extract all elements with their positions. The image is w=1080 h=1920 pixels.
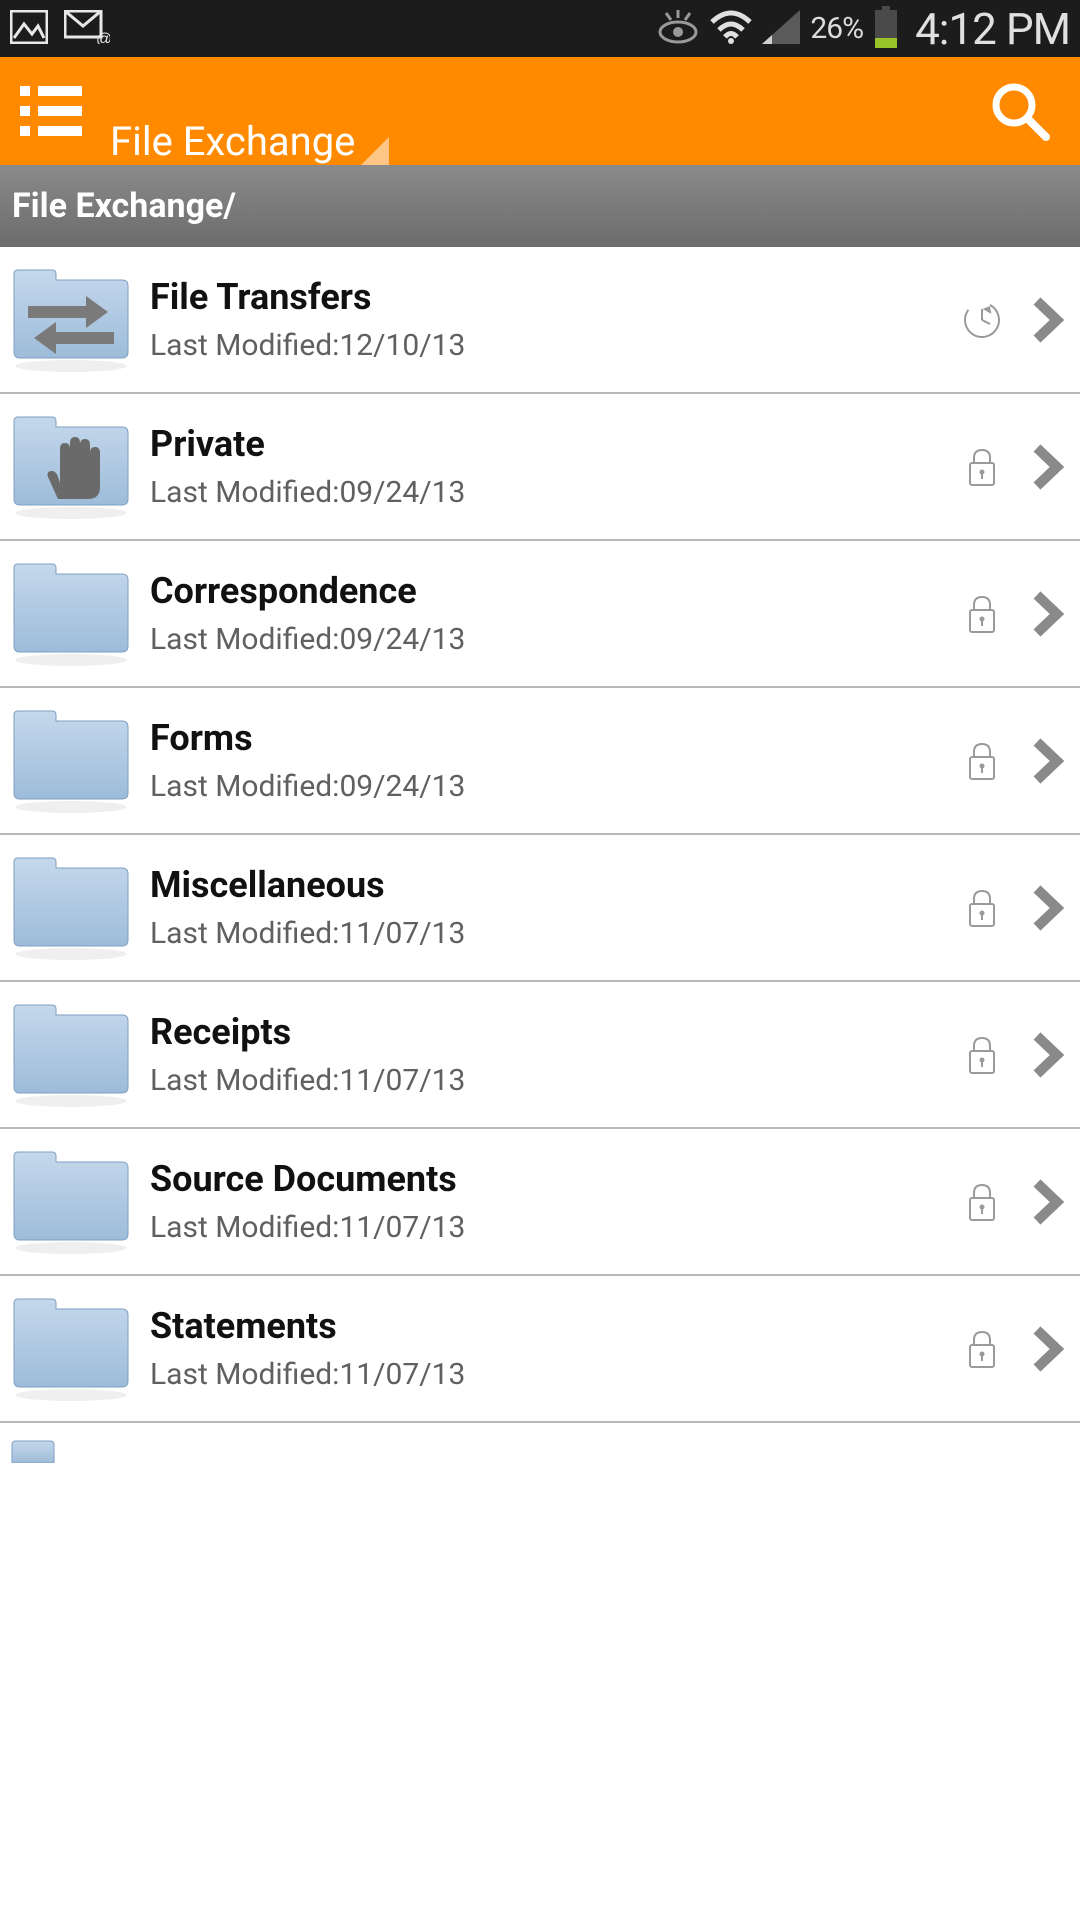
- eye-icon: [656, 10, 700, 48]
- folder-title: Source Documents: [150, 1158, 954, 1200]
- lock-icon: [954, 733, 1010, 789]
- signal-icon: [762, 10, 800, 48]
- folder-icon: [6, 260, 136, 380]
- mail-at-icon: @: [64, 10, 110, 48]
- folder-row[interactable]: Correspondence Last Modified:09/24/13: [0, 541, 1080, 688]
- chevron-right-icon[interactable]: [1028, 1025, 1068, 1085]
- status-right: 26% 4:12 PM: [656, 3, 1070, 55]
- lock-icon: [954, 439, 1010, 495]
- folder-icon: [6, 848, 136, 968]
- breadcrumb[interactable]: File Exchange/: [0, 165, 1080, 247]
- folder-modified: Last Modified:09/24/13: [150, 475, 954, 510]
- folder-icon: [6, 701, 136, 821]
- status-bar: @ 26%: [0, 0, 1080, 57]
- chevron-right-icon[interactable]: [1028, 437, 1068, 497]
- folder-icon: [6, 407, 136, 527]
- svg-text:@: @: [96, 31, 110, 44]
- folder-row-partial[interactable]: [0, 1423, 1080, 1463]
- folder-row[interactable]: Statements Last Modified:11/07/13: [0, 1276, 1080, 1423]
- battery-icon: [873, 6, 899, 52]
- folder-modified: Last Modified:09/24/13: [150, 622, 954, 657]
- folder-row[interactable]: Source Documents Last Modified:11/07/13: [0, 1129, 1080, 1276]
- folder-row[interactable]: File Transfers Last Modified:12/10/13: [0, 247, 1080, 394]
- chevron-right-icon[interactable]: [1028, 878, 1068, 938]
- lock-icon: [954, 1027, 1010, 1083]
- chevron-right-icon[interactable]: [1028, 1319, 1068, 1379]
- lock-icon: [954, 586, 1010, 642]
- app-title-wrap[interactable]: File Exchange: [110, 57, 355, 165]
- folder-list[interactable]: File Transfers Last Modified:12/10/13 Pr…: [0, 247, 1080, 1463]
- wifi-icon: [710, 10, 752, 48]
- folder-text: Forms Last Modified:09/24/13: [150, 717, 954, 804]
- folder-title: Receipts: [150, 1011, 954, 1053]
- menu-button[interactable]: [20, 86, 82, 136]
- status-left: @: [10, 10, 110, 48]
- folder-icon: [6, 554, 136, 674]
- folder-title: Miscellaneous: [150, 864, 954, 906]
- folder-row[interactable]: Private Last Modified:09/24/13: [0, 394, 1080, 541]
- folder-modified: Last Modified:09/24/13: [150, 769, 954, 804]
- folder-row[interactable]: Miscellaneous Last Modified:11/07/13: [0, 835, 1080, 982]
- folder-text: Source Documents Last Modified:11/07/13: [150, 1158, 954, 1245]
- folder-text: File Transfers Last Modified:12/10/13: [150, 276, 954, 363]
- folder-icon: [6, 995, 136, 1115]
- folder-title: Correspondence: [150, 570, 954, 612]
- battery-percent: 26%: [810, 11, 863, 46]
- folder-modified: Last Modified:11/07/13: [150, 916, 954, 951]
- chevron-right-icon[interactable]: [1028, 1172, 1068, 1232]
- folder-icon: [6, 1142, 136, 1262]
- folder-text: Private Last Modified:09/24/13: [150, 423, 954, 510]
- chevron-right-icon[interactable]: [1028, 290, 1068, 350]
- folder-title: Statements: [150, 1305, 954, 1347]
- recent-icon: [954, 292, 1010, 348]
- status-clock: 4:12 PM: [915, 3, 1070, 55]
- lock-icon: [954, 880, 1010, 936]
- folder-icon: [6, 1289, 136, 1409]
- folder-modified: Last Modified:12/10/13: [150, 328, 954, 363]
- picture-icon: [10, 10, 48, 48]
- breadcrumb-path: File Exchange/: [12, 186, 236, 226]
- search-icon: [988, 79, 1052, 143]
- folder-text: Correspondence Last Modified:09/24/13: [150, 570, 954, 657]
- folder-modified: Last Modified:11/07/13: [150, 1063, 954, 1098]
- folder-modified: Last Modified:11/07/13: [150, 1357, 954, 1392]
- app-bar: File Exchange: [0, 57, 1080, 165]
- chevron-right-icon[interactable]: [1028, 731, 1068, 791]
- folder-text: Statements Last Modified:11/07/13: [150, 1305, 954, 1392]
- app-title: File Exchange: [110, 118, 355, 165]
- dropdown-indicator-icon: [361, 137, 389, 165]
- folder-title: File Transfers: [150, 276, 954, 318]
- chevron-right-icon[interactable]: [1028, 584, 1068, 644]
- lock-icon: [954, 1321, 1010, 1377]
- search-button[interactable]: [980, 71, 1060, 151]
- folder-text: Miscellaneous Last Modified:11/07/13: [150, 864, 954, 951]
- folder-row[interactable]: Receipts Last Modified:11/07/13: [0, 982, 1080, 1129]
- folder-title: Forms: [150, 717, 954, 759]
- folder-row[interactable]: Forms Last Modified:09/24/13: [0, 688, 1080, 835]
- folder-title: Private: [150, 423, 954, 465]
- lock-icon: [954, 1174, 1010, 1230]
- folder-text: Receipts Last Modified:11/07/13: [150, 1011, 954, 1098]
- folder-modified: Last Modified:11/07/13: [150, 1210, 954, 1245]
